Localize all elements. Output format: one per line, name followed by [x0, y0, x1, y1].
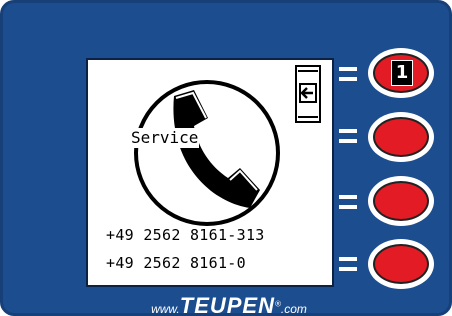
soft-key-1[interactable]: 1 [368, 48, 434, 98]
soft-key-3[interactable] [368, 176, 434, 226]
back-button[interactable] [295, 65, 321, 123]
equals-sign [339, 257, 357, 271]
service-phone-number: +49 2562 8161-313 [106, 226, 265, 244]
service-label: Service [130, 128, 200, 148]
soft-key-button [373, 244, 429, 284]
key-number-badge: 1 [391, 60, 413, 86]
soft-key-button [373, 181, 429, 221]
brand-logo: www.TEUPEN®.com [151, 293, 307, 316]
arrow-left-icon [299, 83, 317, 103]
control-panel: Service +49 2562 8161-313 +49 2562 8161-… [0, 0, 452, 316]
equals-sign [339, 67, 357, 81]
soft-key-4[interactable] [368, 239, 434, 289]
soft-key-2[interactable] [368, 112, 434, 162]
main-phone-number: +49 2562 8161-0 [106, 254, 246, 272]
equals-sign [339, 129, 357, 143]
equals-sign [339, 195, 357, 209]
soft-key-button [373, 117, 429, 157]
lcd-screen: Service +49 2562 8161-313 +49 2562 8161-… [86, 58, 334, 287]
